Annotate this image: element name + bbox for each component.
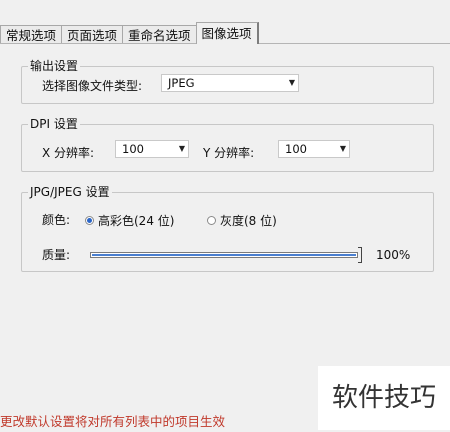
quality-label: 质量: — [42, 248, 71, 262]
quality-slider-thumb[interactable] — [358, 247, 362, 263]
output-settings-legend: 输出设置 — [28, 59, 81, 74]
color-24bit-label: 高彩色(24 位) — [98, 214, 175, 228]
tab-general[interactable]: 常规选项 — [0, 25, 63, 44]
file-type-value: JPEG — [168, 76, 195, 90]
quality-slider-fill — [92, 254, 356, 256]
radio-unselected-icon — [207, 216, 216, 225]
jpeg-settings-group: JPG/JPEG 设置 颜色: 高彩色(24 位) 灰度(8 位) 质量: 10… — [21, 185, 434, 272]
tab-image[interactable]: 图像选项 — [195, 22, 259, 44]
quality-value: 100% — [376, 248, 411, 262]
y-resolution-value: 100 — [285, 142, 307, 156]
chevron-down-icon: ▼ — [178, 144, 185, 153]
grayscale-8bit-label: 灰度(8 位) — [220, 214, 277, 228]
watermark: 软件技巧 — [318, 366, 450, 430]
dpi-settings-group: DPI 设置 X 分辨率: 100 ▼ Y 分辨率: 100 ▼ — [21, 117, 434, 172]
x-resolution-value: 100 — [122, 142, 144, 156]
quality-slider[interactable] — [90, 247, 362, 263]
color-24bit-radio[interactable]: 高彩色(24 位) — [85, 212, 174, 229]
jpeg-settings-legend: JPG/JPEG 设置 — [28, 185, 112, 200]
chevron-down-icon: ▼ — [339, 144, 346, 153]
dpi-settings-legend: DPI 设置 — [28, 117, 80, 132]
y-resolution-label: Y 分辨率: — [203, 146, 255, 160]
tab-rename[interactable]: 重命名选项 — [122, 25, 197, 44]
chevron-down-icon: ▼ — [288, 78, 295, 87]
tab-strip: 常规选项 页面选项 重命名选项 图像选项 — [0, 22, 259, 44]
file-type-label: 选择图像文件类型: — [42, 79, 143, 93]
grayscale-8bit-radio[interactable]: 灰度(8 位) — [207, 212, 277, 229]
color-label: 颜色: — [42, 213, 71, 227]
x-resolution-select[interactable]: 100 ▼ — [115, 140, 189, 158]
file-type-select[interactable]: JPEG ▼ — [161, 74, 299, 92]
quality-slider-track — [90, 252, 358, 258]
radio-selected-icon — [85, 216, 94, 225]
x-resolution-label: X 分辨率: — [42, 146, 95, 160]
y-resolution-select[interactable]: 100 ▼ — [278, 140, 350, 158]
footer-note: 更改默认设置将对所有列表中的项目生效 — [0, 414, 226, 429]
output-settings-group: 输出设置 选择图像文件类型: JPEG ▼ — [21, 59, 434, 104]
tab-page[interactable]: 页面选项 — [61, 25, 124, 44]
